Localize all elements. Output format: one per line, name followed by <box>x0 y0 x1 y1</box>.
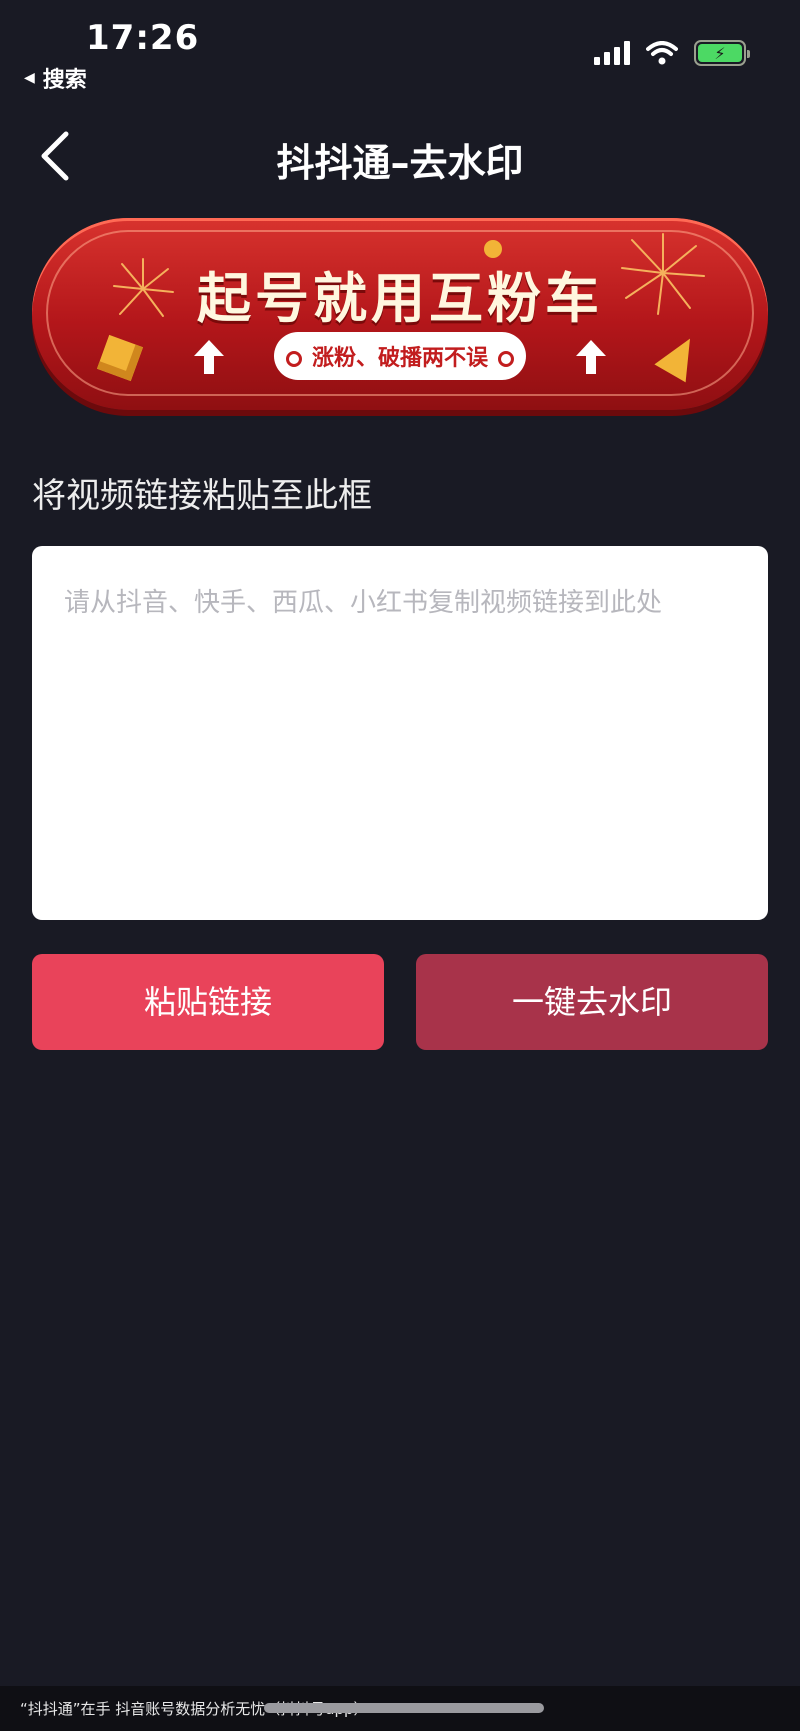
page-title: 抖抖通–去水印 <box>276 141 524 185</box>
banner-title: 起号就用互粉车 <box>197 267 603 330</box>
back-triangle-icon: ◀ <box>24 70 35 86</box>
paste-link-button[interactable]: 粘贴链接 <box>32 954 384 1050</box>
battery-charging-icon: ⚡ <box>698 44 742 63</box>
signal-icon <box>594 41 630 65</box>
battery-icon: ⚡ <box>694 40 750 66</box>
paste-instruction-label: 将视频链接粘贴至此框 <box>32 476 372 516</box>
video-link-input[interactable] <box>32 546 768 920</box>
arrow-up-icon <box>576 340 606 374</box>
remove-watermark-button[interactable]: 一键去水印 <box>416 954 768 1050</box>
home-indicator[interactable] <box>264 1703 544 1713</box>
banner-subtitle: 涨粉、破播两不误 <box>273 332 527 380</box>
back-to-search-app[interactable]: ◀ 搜索 <box>24 62 87 94</box>
status-icons: ⚡ <box>594 40 750 66</box>
wifi-icon <box>646 41 678 65</box>
promo-banner[interactable]: 起号就用互粉车 涨粉、破播两不误 <box>32 218 768 410</box>
screen: 17:26 ◀ 搜索 ⚡ 抖抖通–去水印 起号就用互粉车 涨粉、破播两不误 将视… <box>0 0 800 1731</box>
back-to-app-label: 搜索 <box>42 68 87 93</box>
status-time: 17:26 <box>86 18 200 58</box>
arrow-up-icon <box>194 340 224 374</box>
